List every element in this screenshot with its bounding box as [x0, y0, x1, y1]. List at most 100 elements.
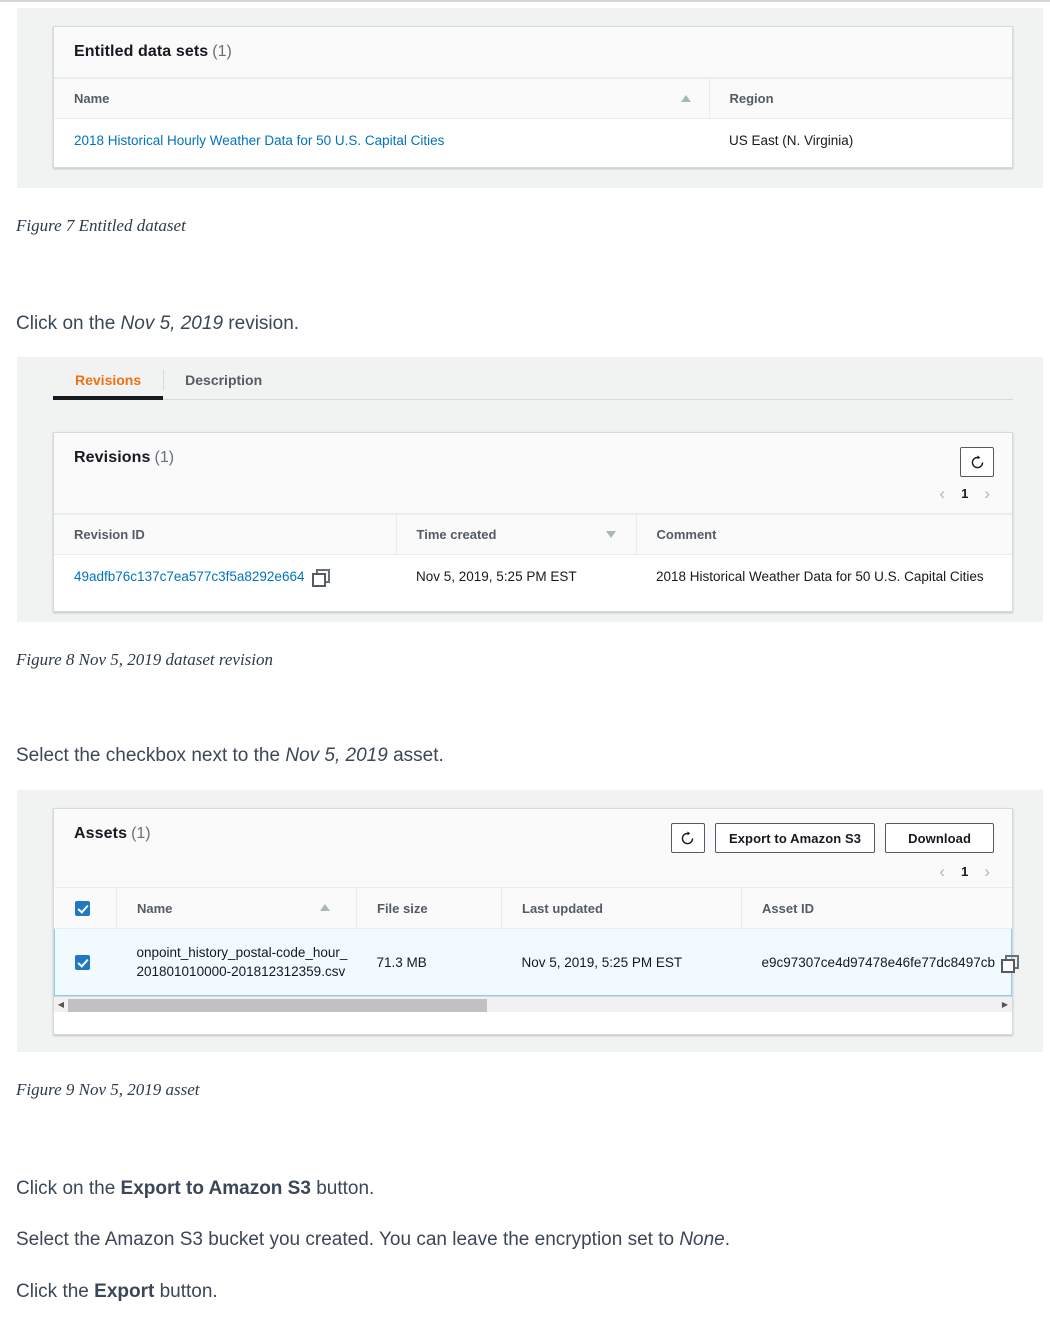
figure7-caption: Figure 7 Entitled dataset [16, 216, 186, 236]
assets-panel: Assets(1) Export to Amazon S3 Download [53, 808, 1013, 1035]
entitled-data-sets-count: (1) [212, 43, 232, 60]
table-header-row: Name Region [54, 79, 1012, 119]
cell-asset-id: e9c97307ce4d97478e46fe77dc8497cb [742, 929, 1012, 996]
export-to-amazon-s3-button[interactable]: Export to Amazon S3 [715, 823, 875, 853]
revisions-page-number[interactable]: 1 [961, 486, 968, 501]
download-button[interactable]: Download [885, 823, 994, 853]
instruction-click-export-suffix: button. [154, 1281, 217, 1302]
column-header-asset-id-label: Asset ID [762, 901, 814, 916]
instruction-click-export-strong: Export [94, 1281, 154, 1302]
file-size-value: 71.3 MB [377, 955, 427, 970]
chevron-right-icon[interactable]: › [984, 863, 990, 880]
column-header-name[interactable]: Name [54, 79, 709, 119]
column-header-last-updated-label: Last updated [522, 901, 603, 916]
chevron-right-icon[interactable]: › [984, 485, 990, 502]
instruction-click-export: Click the Export button. [16, 1281, 218, 1303]
row-checkbox[interactable] [75, 955, 90, 970]
chevron-left-icon[interactable]: ‹ [939, 863, 945, 880]
time-created-value: Nov 5, 2019, 5:25 PM EST [416, 569, 577, 584]
table-row: 2018 Historical Hourly Weather Data for … [54, 119, 1012, 163]
instruction-select-checkbox-suffix: asset. [388, 745, 444, 766]
table-header-row: Name File size Last updated Asset ID [55, 888, 1012, 929]
tab-description[interactable]: Description [163, 368, 284, 399]
column-header-revision-id[interactable]: Revision ID [54, 515, 396, 555]
cell-revision-id: 49adfb76c137c7ea577c3f5a8292e664 [54, 555, 396, 599]
column-header-last-updated[interactable]: Last updated [502, 888, 742, 929]
revisions-refresh-button[interactable] [960, 447, 994, 477]
triangle-left-icon[interactable]: ◀ [54, 1000, 68, 1009]
instruction-select-bucket: Select the Amazon S3 bucket you created.… [16, 1229, 730, 1251]
instruction-select-checkbox-prefix: Select the checkbox next to the [16, 745, 285, 766]
column-header-asset-id[interactable]: Asset ID [742, 888, 1012, 929]
column-header-comment[interactable]: Comment [636, 515, 1012, 555]
cell-last-updated: Nov 5, 2019, 5:25 PM EST [502, 929, 742, 996]
sort-ascending-icon [681, 95, 691, 102]
instruction-click-revision-prefix: Click on the [16, 313, 121, 334]
entitled-data-sets-panel: Entitled data sets(1) Name Region [53, 26, 1013, 168]
instruction-click-revision-suffix: revision. [223, 313, 299, 334]
copy-icon[interactable] [1001, 955, 1015, 969]
instruction-select-bucket-prefix: Select the Amazon S3 bucket you created.… [16, 1229, 679, 1250]
table-header-row: Revision ID Time created Comment [54, 515, 1012, 555]
document-page: Entitled data sets(1) Name Region [0, 0, 1050, 1318]
figure9-caption: Figure 9 Nov 5, 2019 asset [16, 1080, 200, 1100]
column-header-time-created[interactable]: Time created [396, 515, 636, 555]
column-header-time-created-label: Time created [417, 527, 497, 542]
sort-descending-icon [606, 531, 616, 538]
revisions-table: Revision ID Time created Comment 49adfb7… [54, 514, 1012, 598]
chevron-left-icon[interactable]: ‹ [939, 485, 945, 502]
revisions-title: Revisions [74, 449, 151, 466]
revisions-count: (1) [155, 449, 175, 466]
instruction-select-checkbox: Select the checkbox next to the Nov 5, 2… [16, 745, 444, 767]
scrollbar-track[interactable] [68, 998, 998, 1012]
table-row[interactable]: onpoint_history_postal-code_hour_2018010… [55, 929, 1012, 996]
column-header-file-size-label: File size [377, 901, 428, 916]
instruction-click-export-s3-prefix: Click on the [16, 1178, 121, 1199]
instruction-select-checkbox-emphasis: Nov 5, 2019 [285, 745, 387, 766]
instruction-click-revision-emphasis: Nov 5, 2019 [121, 313, 223, 334]
assets-page-number[interactable]: 1 [961, 864, 968, 879]
column-header-revision-id-label: Revision ID [74, 527, 145, 542]
assets-title: Assets [74, 825, 127, 842]
assets-refresh-button[interactable] [671, 823, 705, 853]
column-header-file-size[interactable]: File size [357, 888, 502, 929]
dataset-name-link[interactable]: 2018 Historical Hourly Weather Data for … [74, 133, 444, 148]
refresh-icon [680, 831, 695, 846]
copy-icon[interactable] [312, 569, 326, 583]
scrollbar-thumb[interactable] [68, 999, 487, 1012]
export-to-amazon-s3-label: Export to Amazon S3 [729, 831, 861, 846]
region-value: US East (N. Virginia) [729, 133, 853, 148]
instruction-select-bucket-suffix: . [725, 1229, 730, 1250]
asset-id-value: e9c97307ce4d97478e46fe77dc8497cb [762, 955, 995, 970]
cell-asset-name: onpoint_history_postal-code_hour_2018010… [117, 929, 357, 996]
instruction-click-export-s3-strong: Export to Amazon S3 [121, 1178, 311, 1199]
sort-ascending-icon [320, 904, 330, 911]
select-all-checkbox[interactable] [75, 901, 90, 916]
column-header-name[interactable]: Name [117, 888, 357, 929]
assets-panel-header: Assets(1) Export to Amazon S3 Download [54, 809, 1012, 887]
revisions-panel-header: Revisions(1) ‹ 1 › [54, 433, 1012, 514]
cell-row-checkbox [55, 929, 117, 996]
revisions-pagination: ‹ 1 › [939, 485, 990, 502]
refresh-icon [970, 455, 985, 470]
cell-dataset-name: 2018 Historical Hourly Weather Data for … [54, 119, 709, 163]
cell-time-created: Nov 5, 2019, 5:25 PM EST [396, 555, 636, 599]
download-label: Download [908, 831, 971, 846]
triangle-right-icon[interactable]: ▶ [998, 1000, 1012, 1009]
entitled-data-sets-table: Name Region 2018 Historical Hourly Weath… [54, 78, 1012, 162]
column-header-region[interactable]: Region [709, 79, 1012, 119]
assets-horizontal-scrollbar[interactable]: ◀ ▶ [54, 996, 1012, 1012]
tab-revisions[interactable]: Revisions [53, 368, 163, 400]
instruction-click-export-s3: Click on the Export to Amazon S3 button. [16, 1178, 374, 1200]
revisions-tab-bar: Revisions Description [53, 368, 1013, 400]
entitled-data-sets-header: Entitled data sets(1) [54, 27, 1012, 78]
column-header-comment-label: Comment [657, 527, 717, 542]
page-top-rule [0, 0, 1050, 2]
assets-count: (1) [131, 825, 151, 842]
cell-comment: 2018 Historical Weather Data for 50 U.S.… [636, 555, 1012, 599]
entitled-data-sets-title: Entitled data sets [74, 43, 208, 60]
revision-id-link[interactable]: 49adfb76c137c7ea577c3f5a8292e664 [74, 569, 304, 584]
last-updated-value: Nov 5, 2019, 5:25 PM EST [522, 955, 683, 970]
assets-actions: Export to Amazon S3 Download [671, 823, 994, 853]
instruction-click-export-prefix: Click the [16, 1281, 94, 1302]
